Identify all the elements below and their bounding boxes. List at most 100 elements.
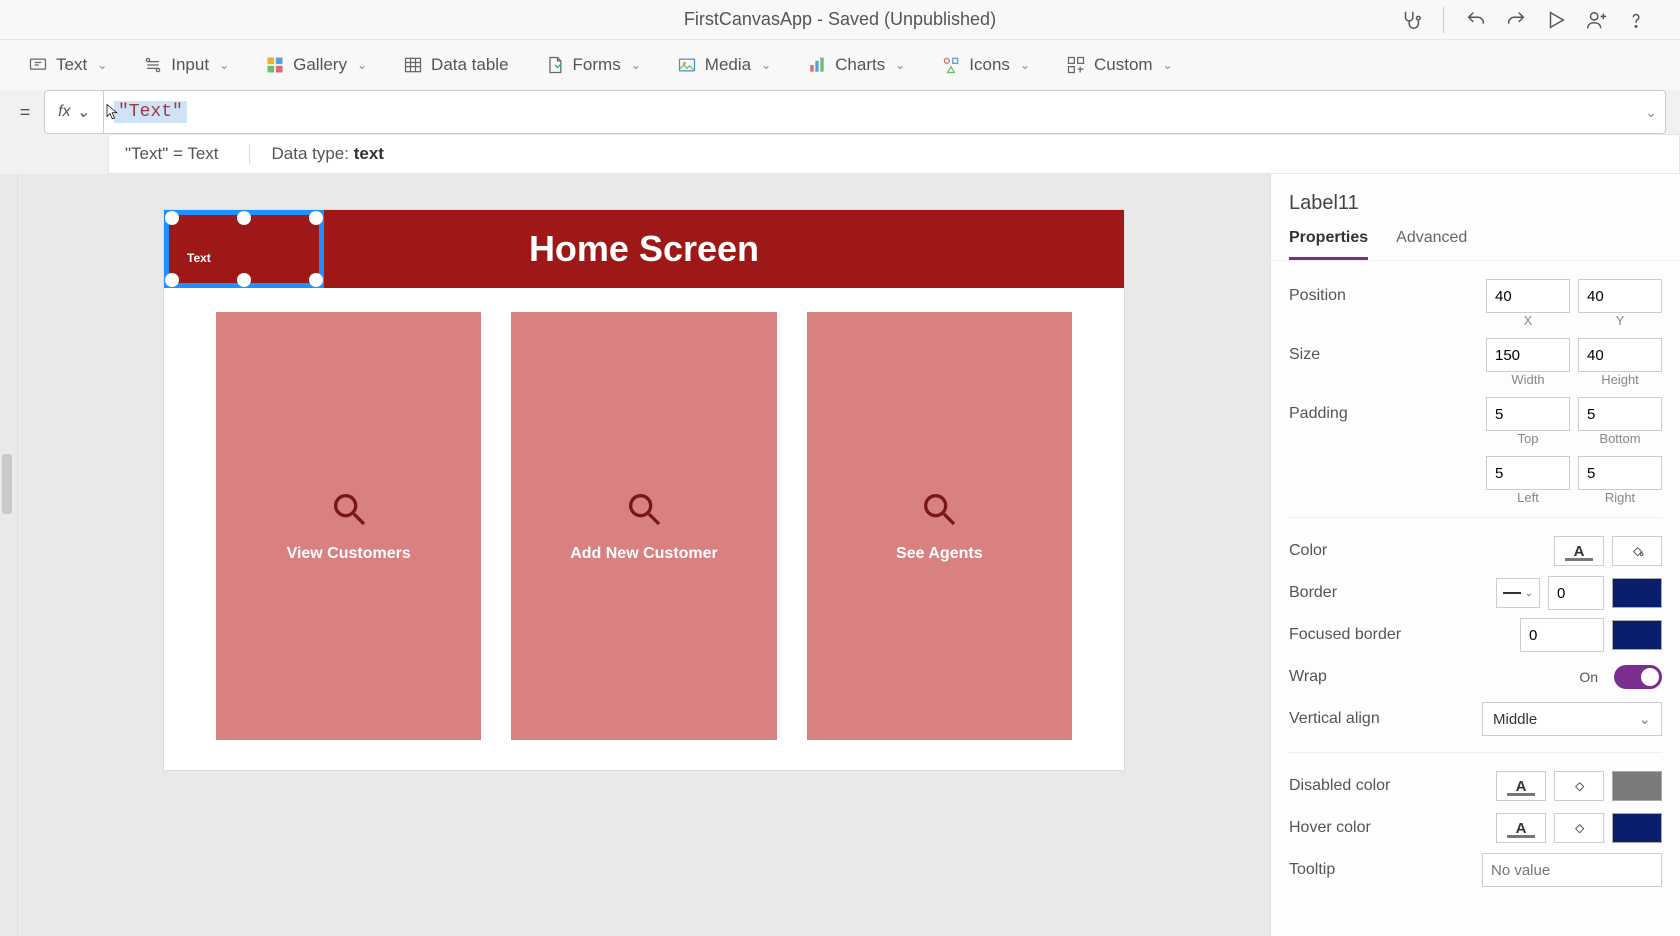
chevron-down-icon: ⌄ — [1638, 710, 1651, 728]
canvas[interactable]: Text Home Screen View Customers — [164, 210, 1124, 770]
tab-advanced[interactable]: Advanced — [1396, 223, 1467, 260]
fx-button[interactable]: fx ⌄ — [44, 90, 104, 134]
scrollbar-thumb[interactable] — [2, 454, 12, 514]
card-label: Add New Customer — [570, 545, 718, 563]
card-add-customer[interactable]: Add New Customer — [511, 312, 776, 740]
disabled-font-color-button[interactable]: A — [1496, 771, 1546, 801]
chevron-down-icon: ⌄ — [1163, 58, 1173, 72]
prop-padding-tb: Padding — [1289, 393, 1662, 435]
chevron-down-icon: ⌄ — [631, 58, 641, 72]
size-height-input[interactable] — [1578, 338, 1662, 372]
tab-properties[interactable]: Properties — [1289, 223, 1368, 260]
selected-label-control[interactable]: Text — [164, 210, 324, 288]
ribbon-datatable[interactable]: Data table — [403, 55, 509, 75]
size-width-input[interactable] — [1486, 338, 1570, 372]
app-title: FirstCanvasApp - Saved (Unpublished) — [684, 9, 996, 30]
ribbon-forms[interactable]: Forms⌄ — [545, 55, 641, 75]
chevron-down-icon: ⌄ — [97, 58, 107, 72]
text-icon — [28, 55, 48, 75]
ribbon-text[interactable]: Text⌄ — [28, 55, 107, 75]
chevron-down-icon: ⌄ — [77, 102, 90, 122]
resize-handle[interactable] — [237, 211, 251, 225]
padding-top-input[interactable] — [1486, 397, 1570, 431]
valign-select[interactable]: Middle ⌄ — [1482, 702, 1662, 736]
formula-datatype: Data type: text — [249, 144, 384, 164]
border-width-input[interactable] — [1548, 576, 1604, 610]
panel-body: Position XY Size WidthHeight Padding Top… — [1271, 261, 1680, 936]
canvas-header: Text Home Screen — [164, 210, 1124, 288]
input-icon — [143, 55, 163, 75]
prop-color: Color A — [1289, 530, 1662, 572]
padding-right-input[interactable] — [1578, 456, 1662, 490]
properties-panel: Label11 Properties Advanced Position XY … — [1270, 174, 1680, 936]
card-view-customers[interactable]: View Customers — [216, 312, 481, 740]
resize-handle[interactable] — [165, 211, 179, 225]
padding-bottom-input[interactable] — [1578, 397, 1662, 431]
border-style-dropdown[interactable]: ⌄ — [1496, 578, 1540, 608]
separator — [1443, 7, 1444, 33]
canvas-wrap: Text Home Screen View Customers — [18, 174, 1270, 936]
chevron-down-icon: ⌄ — [895, 58, 905, 72]
border-color-swatch[interactable] — [1612, 578, 1662, 608]
wrap-toggle[interactable] — [1614, 665, 1662, 689]
redo-icon[interactable] — [1502, 6, 1530, 34]
disabled-fill-color-button[interactable] — [1554, 771, 1604, 801]
ribbon-media[interactable]: Media⌄ — [677, 55, 771, 75]
resize-handle[interactable] — [309, 273, 323, 287]
font-color-button[interactable]: A — [1554, 536, 1604, 566]
titlebar: FirstCanvasApp - Saved (Unpublished) — [0, 0, 1680, 40]
ribbon-icons[interactable]: Icons⌄ — [941, 55, 1030, 75]
icons-icon — [941, 55, 961, 75]
cards-row: View Customers Add New Customer See Agen… — [164, 288, 1124, 770]
chevron-down-icon: ⌄ — [357, 58, 367, 72]
focused-border-color-swatch[interactable] — [1612, 620, 1662, 650]
prop-wrap: Wrap On — [1289, 656, 1662, 698]
ribbon-charts[interactable]: Charts⌄ — [807, 55, 905, 75]
property-equals[interactable]: = — [10, 90, 40, 134]
disabled-border-color-swatch[interactable] — [1612, 771, 1662, 801]
hover-font-color-button[interactable]: A — [1496, 813, 1546, 843]
resize-handle[interactable] — [309, 211, 323, 225]
gallery-icon — [265, 55, 285, 75]
search-icon — [624, 489, 664, 529]
card-see-agents[interactable]: See Agents — [807, 312, 1072, 740]
formula-hint: "Text" = Text Data type: text › — [108, 134, 1680, 174]
titlebar-actions — [1397, 6, 1680, 34]
search-icon — [329, 489, 369, 529]
play-icon[interactable] — [1542, 6, 1570, 34]
formula-input[interactable]: "Text" ⌄ — [104, 90, 1666, 134]
stethoscope-icon[interactable] — [1397, 6, 1425, 34]
tooltip-input[interactable] — [1482, 853, 1662, 887]
forms-icon — [545, 55, 565, 75]
custom-icon — [1066, 55, 1086, 75]
card-label: See Agents — [896, 545, 983, 563]
formula-text: "Text" — [114, 101, 187, 123]
charts-icon — [807, 55, 827, 75]
ribbon-custom[interactable]: Custom⌄ — [1066, 55, 1173, 75]
share-icon[interactable] — [1582, 6, 1610, 34]
prop-position: Position — [1289, 275, 1662, 317]
help-icon[interactable] — [1622, 6, 1650, 34]
prop-hover-color: Hover color A — [1289, 807, 1662, 849]
chevron-down-icon[interactable]: ⌄ — [1645, 104, 1657, 121]
padding-left-input[interactable] — [1486, 456, 1570, 490]
hover-fill-color-button[interactable] — [1554, 813, 1604, 843]
position-x-input[interactable] — [1486, 279, 1570, 313]
focused-border-width-input[interactable] — [1520, 618, 1604, 652]
ribbon-input[interactable]: Input⌄ — [143, 55, 229, 75]
undo-icon[interactable] — [1462, 6, 1490, 34]
resize-handle[interactable] — [237, 273, 251, 287]
left-rail[interactable] — [0, 174, 18, 936]
chevron-down-icon: ⌄ — [761, 58, 771, 72]
prop-valign: Vertical align Middle ⌄ — [1289, 698, 1662, 740]
hover-border-color-swatch[interactable] — [1612, 813, 1662, 843]
panel-tabs: Properties Advanced — [1271, 223, 1680, 261]
ribbon-gallery[interactable]: Gallery⌄ — [265, 55, 367, 75]
media-icon — [677, 55, 697, 75]
resize-handle[interactable] — [165, 273, 179, 287]
card-label: View Customers — [287, 545, 411, 563]
fill-color-button[interactable] — [1612, 536, 1662, 566]
position-y-input[interactable] — [1578, 279, 1662, 313]
chevron-down-icon: ⌄ — [219, 58, 229, 72]
prop-focused-border: Focused border — [1289, 614, 1662, 656]
